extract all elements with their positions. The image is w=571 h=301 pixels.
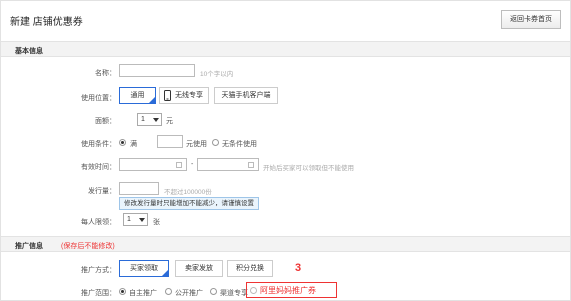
end-date-input[interactable] xyxy=(197,158,259,171)
page-title: 新建 店铺优惠券 xyxy=(10,17,83,28)
name-hint: 10个字以内 xyxy=(200,71,234,78)
denomination-unit: 元 xyxy=(166,118,173,125)
validity-label: 有效时间： xyxy=(81,164,116,171)
name-label: 名称： xyxy=(95,70,116,77)
denomination-label: 面额： xyxy=(95,118,116,125)
annotation-number: 3 xyxy=(295,262,302,274)
scope-alimama-radio[interactable] xyxy=(250,287,257,294)
phone-icon xyxy=(164,90,171,101)
back-to-coupons-button[interactable]: 返回卡券首页 xyxy=(501,10,561,29)
calendar-icon xyxy=(176,162,182,168)
condition-full-label: 满 xyxy=(130,141,137,148)
start-date-input[interactable] xyxy=(119,158,187,171)
section-title: 推广信息 xyxy=(15,243,43,250)
chevron-down-icon xyxy=(153,118,159,122)
scope-channel-label: 渠道专享 xyxy=(220,290,248,297)
method-points-option[interactable]: 积分兑换 xyxy=(227,260,273,277)
per-person-label: 每人限领： xyxy=(81,219,116,226)
scope-public-label: 公开推广 xyxy=(175,290,203,297)
scope-alimama-label: 阿里妈妈推广券 xyxy=(260,286,316,295)
quantity-input[interactable] xyxy=(119,182,159,195)
scope-channel-radio[interactable] xyxy=(210,288,217,295)
promo-info-section-header: 推广信息 (保存后不能修改) xyxy=(1,236,570,252)
date-separator: - xyxy=(191,161,194,168)
condition-amount-input[interactable] xyxy=(157,135,183,148)
per-person-unit: 张 xyxy=(153,219,160,226)
scope-self-label: 自主推广 xyxy=(129,290,157,297)
quantity-label: 发行量： xyxy=(88,188,116,195)
condition-none-label: 无条件使用 xyxy=(222,141,257,148)
section-note: (保存后不能修改) xyxy=(61,243,115,250)
scope-self-radio[interactable] xyxy=(119,288,126,295)
condition-full-suffix: 元使用 xyxy=(186,141,207,148)
name-input[interactable] xyxy=(119,64,195,77)
denomination-select[interactable]: 1 xyxy=(137,113,162,126)
basic-info-section-header: 基本信息 xyxy=(1,41,570,57)
promo-scope-label: 推广范围： xyxy=(81,290,116,297)
coupon-form-page: 新建 店铺优惠券 返回卡券首页 基本信息 名称： 10个字以内 使用位置： 通用… xyxy=(0,0,571,301)
per-person-value: 1 xyxy=(127,216,131,223)
condition-full-radio[interactable] xyxy=(119,139,126,146)
condition-none-radio[interactable] xyxy=(212,139,219,146)
usage-location-label: 使用位置： xyxy=(81,95,116,102)
quantity-tip: 修改发行量时只能增加不能减少，请谨慎设置 xyxy=(119,197,259,210)
usage-general-option[interactable]: 通用 xyxy=(119,87,156,104)
quantity-hint: 不超过100000份 xyxy=(164,189,212,196)
per-person-select[interactable]: 1 xyxy=(123,213,148,226)
scope-public-radio[interactable] xyxy=(165,288,172,295)
usage-wireless-label: 无线专享 xyxy=(175,92,203,99)
promo-method-label: 推广方式： xyxy=(81,267,116,274)
calendar-icon xyxy=(248,162,254,168)
chevron-down-icon xyxy=(139,218,145,222)
conditions-label: 使用条件： xyxy=(81,141,116,148)
usage-tmall-app-option[interactable]: 天猫手机客户端 xyxy=(214,87,278,104)
section-title: 基本信息 xyxy=(15,48,43,55)
method-buyer-claim-option[interactable]: 买家领取 xyxy=(119,260,169,277)
denomination-value: 1 xyxy=(141,116,145,123)
validity-hint: 开始后买家可以领取但不能使用 xyxy=(263,165,354,172)
usage-wireless-option[interactable]: 无线专享 xyxy=(159,87,209,104)
method-seller-issue-option[interactable]: 卖家发放 xyxy=(175,260,223,277)
